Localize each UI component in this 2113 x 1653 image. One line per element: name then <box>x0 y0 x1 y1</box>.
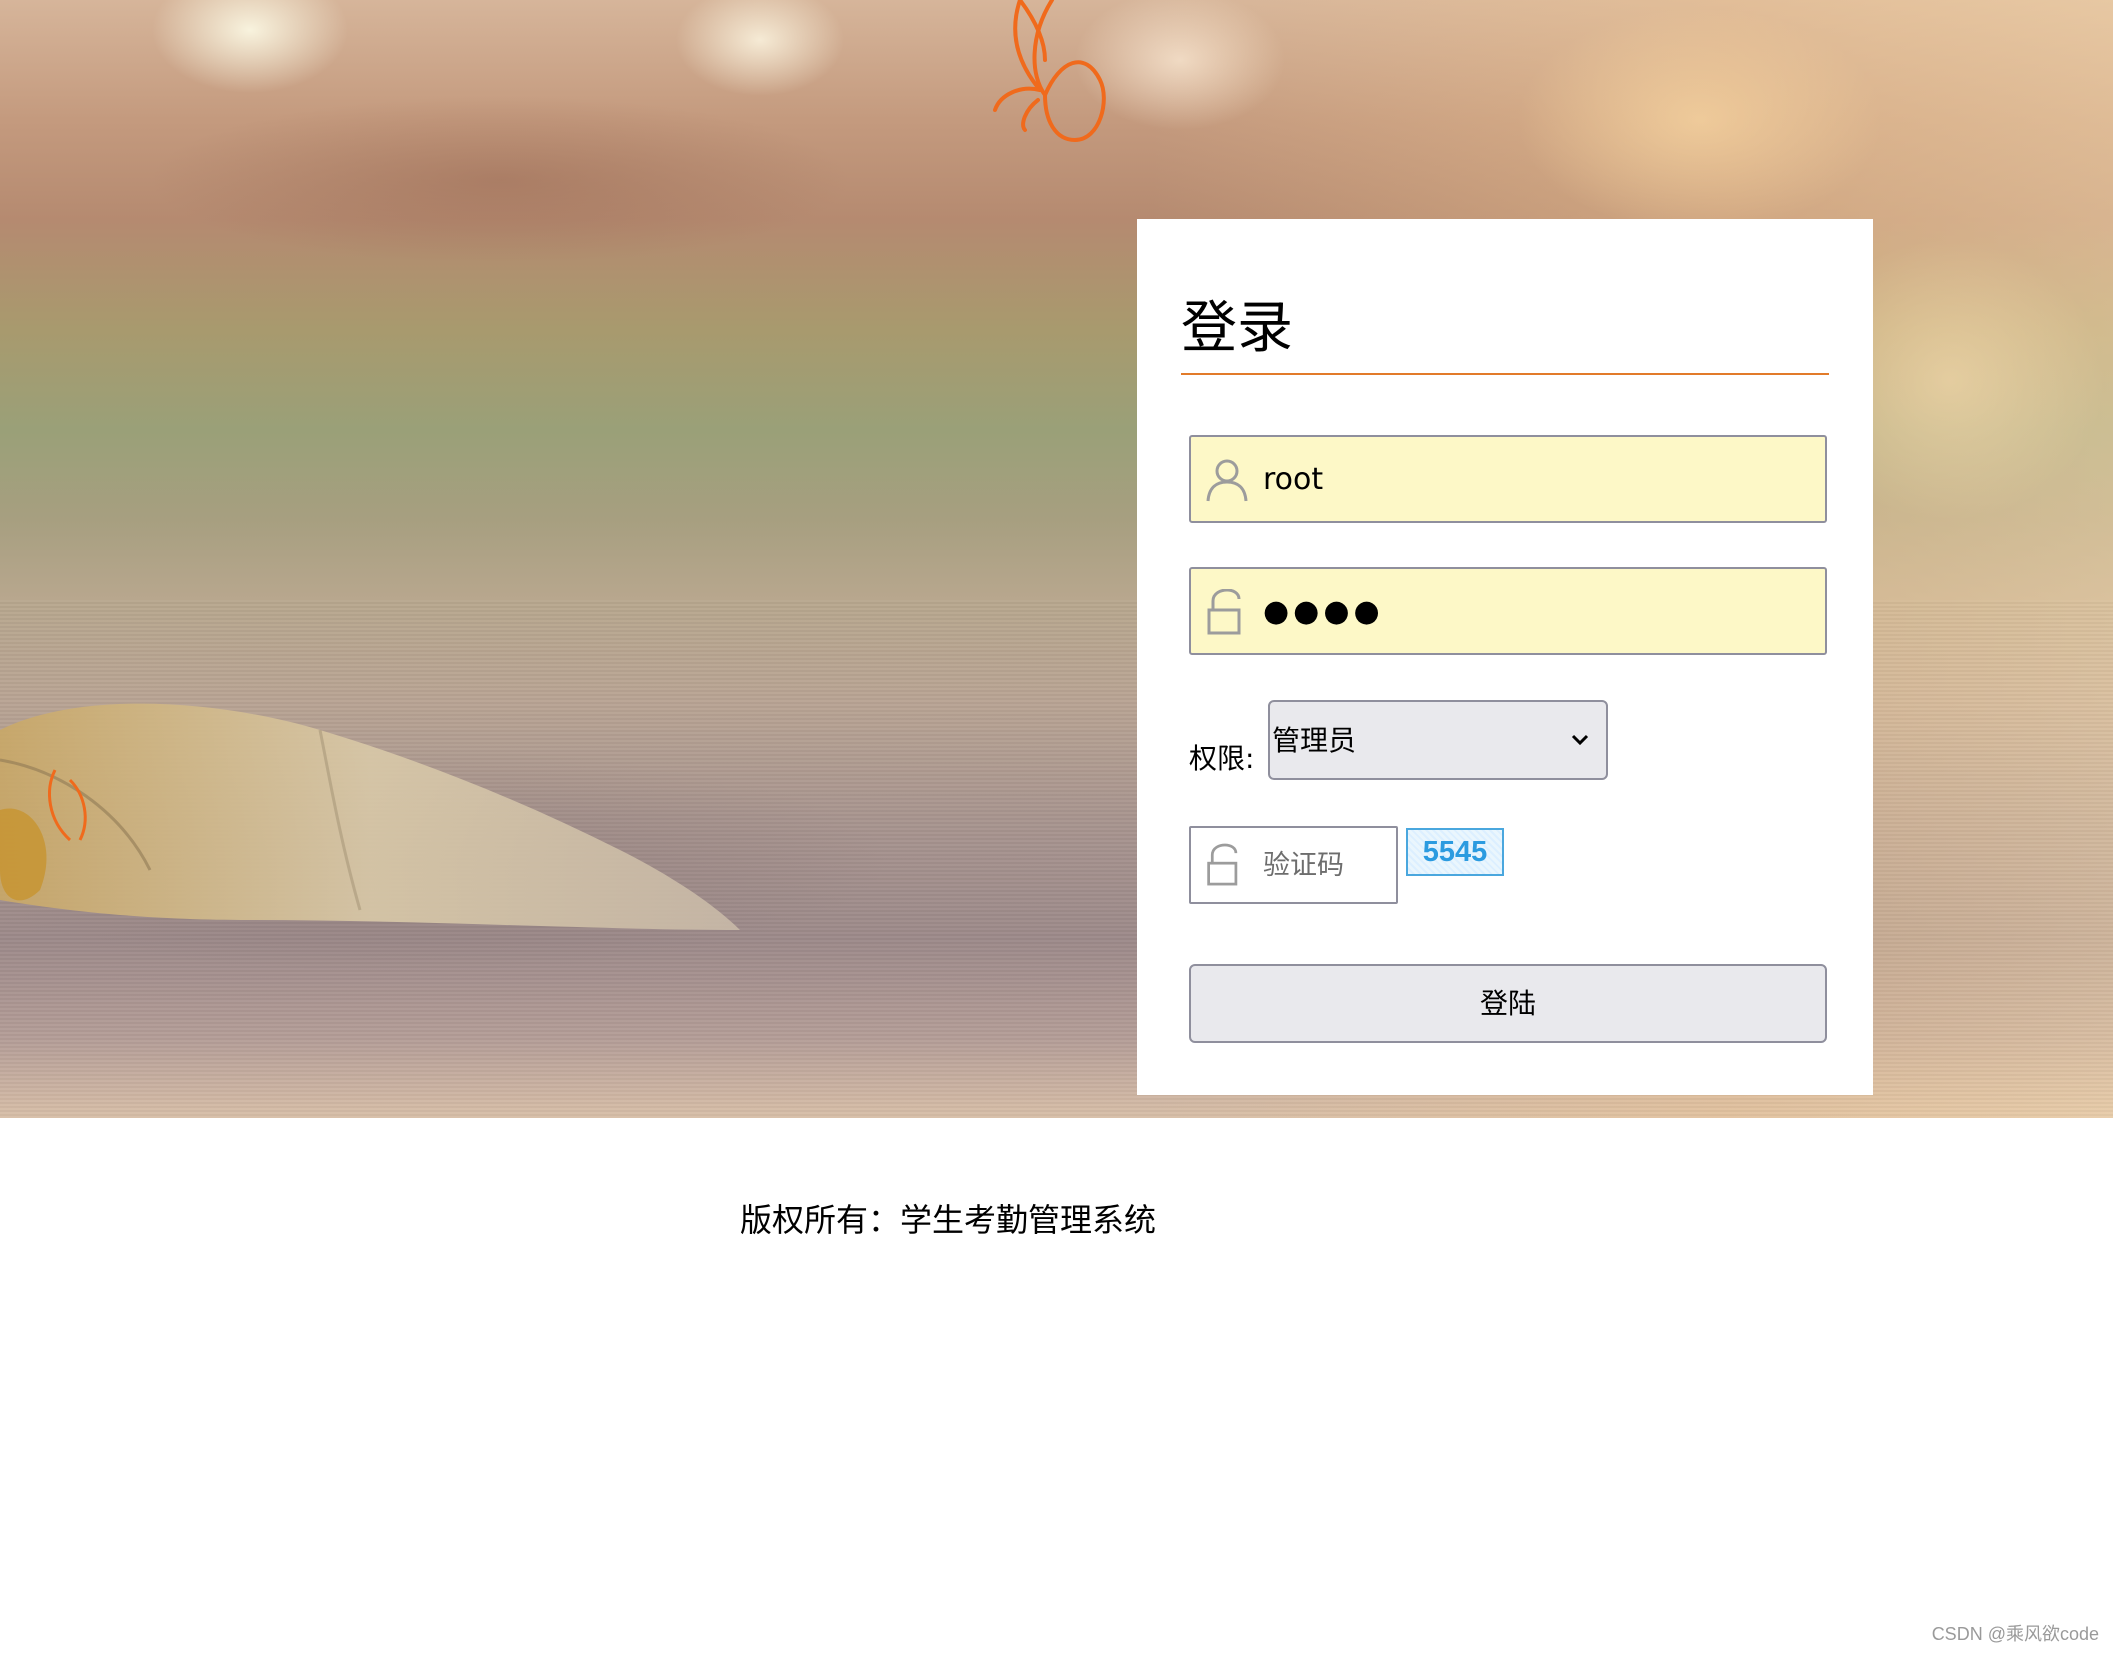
permission-label: 权限: <box>1189 742 1255 775</box>
login-panel: 登录 root ●●●● 权限: 管理员 验证码 5545 登陆 <box>1137 219 1873 1095</box>
login-title: 登录 <box>1181 285 1829 375</box>
captcha-placeholder: 验证码 <box>1263 850 1344 881</box>
username-field[interactable]: root <box>1189 435 1827 523</box>
butterfly-icon <box>993 0 1106 143</box>
leaf-image <box>0 703 740 930</box>
unlock-icon <box>1207 589 1241 635</box>
chevron-down-icon <box>1571 734 1589 746</box>
captcha-image[interactable]: 5545 <box>1406 828 1504 876</box>
unlock-icon <box>1207 843 1238 886</box>
login-button[interactable]: 登陆 <box>1189 964 1827 1043</box>
permission-selected-value: 管理员 <box>1272 724 1357 757</box>
captcha-input[interactable]: 验证码 <box>1189 826 1398 904</box>
footer-copyright: 版权所有：学生考勤管理系统 <box>740 1201 1157 1239</box>
permission-select[interactable]: 管理员 <box>1268 700 1608 780</box>
username-value: root <box>1263 462 1324 497</box>
password-field[interactable]: ●●●● <box>1189 567 1827 655</box>
password-value: ●●●● <box>1263 594 1384 629</box>
user-icon <box>1206 459 1248 502</box>
watermark: CSDN @乘风欲code <box>1931 1624 2099 1644</box>
